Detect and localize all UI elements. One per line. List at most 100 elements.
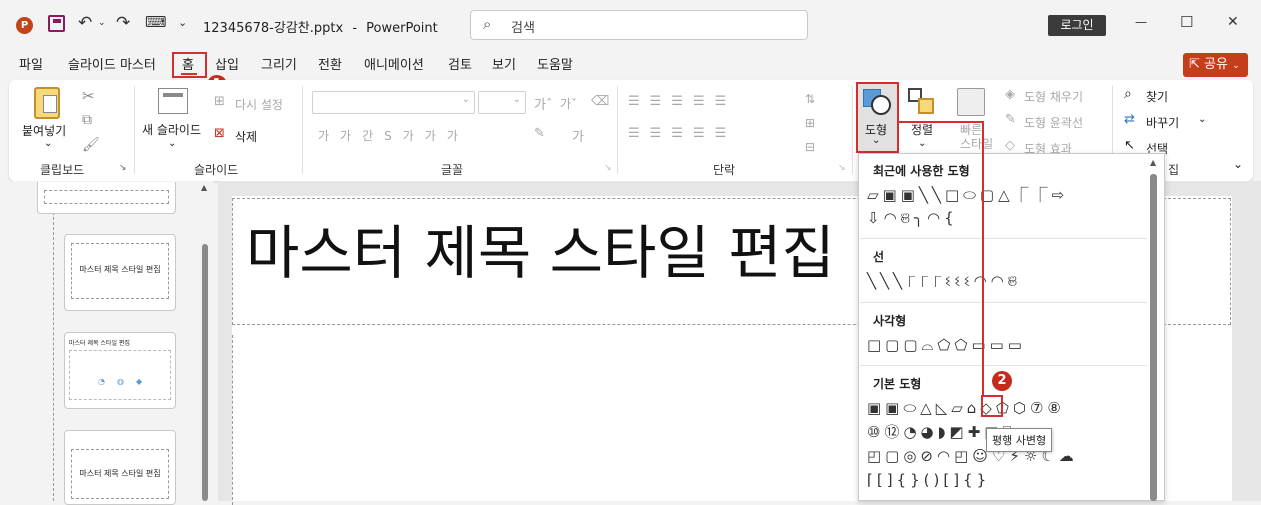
paste-dropdown-icon[interactable]: ⌄ [44,138,52,149]
search-box[interactable]: ⌕ 검색 [470,10,808,40]
arrange-button[interactable]: 정렬 [911,121,933,138]
gallery-section-rectangles: 사각형 [873,314,907,328]
thumbnail-title: 마스터 제목 스타일 편집 [69,340,130,347]
recent-shapes-row-1[interactable]: ▱▣▣╲╲□⬭▢△⎾⎾⇨ [867,186,1068,204]
shape-fill-button[interactable]: 도형 채우기 [1024,88,1083,105]
shape-outline-button[interactable]: 도형 윤곽선 [1024,114,1083,131]
minimize-button[interactable]: — [1135,15,1147,29]
reset-button[interactable]: 다시 설정 [235,96,283,113]
slide-thumbnail-4[interactable]: 마스터 제목 스타일 편집 [64,430,176,505]
format-painter-icon[interactable]: 🖌 [82,137,100,153]
gallery-section-recent: 최근에 사용한 도형 [873,164,970,178]
gallery-scroll-up-icon[interactable]: ▲ [1150,158,1156,167]
customize-toolbar-icon[interactable]: ⌄ [178,16,187,29]
share-dropdown-icon: ⌄ [1232,61,1240,71]
menu-transitions[interactable]: 전환 [318,54,342,73]
menu-animations[interactable]: 애니메이션 [364,54,424,73]
slide-thumbnail-2[interactable]: 마스터 제목 스타일 편집 [64,234,176,311]
reset-icon: ⊞ [214,94,225,109]
window-title: 12345678-강감찬.pptx - PowerPoint [203,17,438,36]
shapes-button-highlight [856,82,899,153]
text-direction-icons[interactable]: ⇅ ⊞ ⊟ [805,87,815,159]
new-slide-dropdown-icon[interactable]: ⌄ [168,138,176,149]
thumbnail-scrollbar[interactable] [202,244,208,501]
collapse-ribbon-icon[interactable]: ⌄ [1233,157,1243,171]
powerpoint-logo-icon: P [16,17,33,34]
align-icons[interactable]: ☰☰☰☰☰ [628,126,736,141]
quick-styles-label-2[interactable]: 스타일 [960,135,993,152]
font-effects-icons[interactable]: 가가간S가가가 [318,127,469,144]
replace-dropdown-icon[interactable]: ⌄ [1198,114,1206,125]
gallery-scrollbar[interactable] [1150,174,1157,501]
thumbnail-tree-line [53,212,54,501]
ribbon-separator [302,86,303,174]
slide-title[interactable]: 마스터 제목 스타일 편집 [246,218,835,288]
share-button[interactable]: ⇱ 공유 ⌄ [1183,53,1248,77]
paragraph-launcher-icon[interactable]: ↘ [838,163,846,173]
title-bar: P ↶ ⌄ ↷ ⌨ ⌄ 12345678-강감찬.pptx - PowerPoi… [0,0,1261,48]
format-icon[interactable]: ⌨ [145,13,167,31]
menu-insert[interactable]: 삽입 [215,54,239,73]
maximize-button[interactable]: ☐ [1180,13,1193,31]
find-icon: ⌕ [1124,86,1132,102]
grow-font-icon[interactable]: 가ˆ [534,94,552,113]
replace-button[interactable]: 바꾸기 [1146,114,1179,131]
menu-draw[interactable]: 그리기 [261,54,297,73]
body-placeholder[interactable] [232,335,858,505]
parallelogram-highlight [981,395,1003,417]
basic-shapes-row-4[interactable]: ⌈[]{}()[]{} [867,471,990,489]
ribbon-separator [852,86,853,174]
thumbnail-content-icons: ◔◍◆ [69,350,171,400]
highlight-color-icon[interactable]: 가 [572,126,584,145]
parallelogram-tooltip: 평행 사변형 [986,428,1053,452]
chevron-down-icon: ⌄ [512,94,521,105]
font-color-icon[interactable]: ✎ [534,126,545,141]
slides-group-label: 슬라이드 [194,163,239,177]
share-icon: ⇱ [1189,57,1200,72]
undo-dropdown-icon[interactable]: ⌄ [98,18,106,28]
menu-review[interactable]: 검토 [448,54,472,73]
font-name-select[interactable]: ⌄ [312,91,475,114]
highlight-connector [898,121,984,123]
rectangle-shapes-row[interactable]: □▢▢⌓⬠⬠▭▭▭ [867,336,1026,354]
cut-icon[interactable]: ✂ [82,87,95,105]
font-size-select[interactable]: ⌄ [478,91,526,114]
bullets-icons[interactable]: ☰☰☰☰☰ [628,94,736,109]
shrink-font-icon[interactable]: 가ˇ [560,95,577,112]
close-button[interactable]: ✕ [1227,14,1239,30]
new-slide-button[interactable]: 새 슬라이드 [142,121,201,138]
highlight-connector [982,121,984,397]
menu-help[interactable]: 도움말 [537,54,573,73]
paste-button[interactable]: 붙여넣기 [22,122,66,139]
font-launcher-icon[interactable]: ↘ [604,163,612,173]
undo-icon[interactable]: ↶ [78,13,92,33]
arrange-icon [908,88,936,116]
paragraph-group-label: 단락 [713,163,736,177]
shape-outline-icon: ✎ [1005,112,1016,127]
copy-icon[interactable]: ⧉ [82,112,92,128]
app-name: PowerPoint [366,21,438,36]
quick-styles-icon [957,88,985,116]
find-button[interactable]: 찾기 [1146,88,1168,105]
thumbnail-scroll-up-icon[interactable]: ▲ [201,183,207,192]
recent-shapes-row-2[interactable]: ⇩◠ଞ╮◠{ [867,209,958,227]
menu-file[interactable]: 파일 [19,54,43,73]
thumbnail-title: 마스터 제목 스타일 편집 [71,243,169,299]
delete-button[interactable]: 삭제 [235,128,257,145]
file-name: 12345678-강감찬.pptx [203,21,344,36]
menu-slide-master[interactable]: 슬라이드 마스터 [68,54,156,73]
clipboard-launcher-icon[interactable]: ↘ [119,163,127,173]
basic-shapes-row-1[interactable]: ▣▣⬭△◺▱⌂◇⬠⬡⑦⑧ [867,399,1065,417]
menu-view[interactable]: 보기 [492,54,516,73]
redo-icon[interactable]: ↷ [116,13,130,33]
editing-group-label: 집 [1168,163,1180,177]
login-button[interactable]: 로그인 [1048,15,1106,36]
new-slide-icon [158,88,188,114]
save-icon[interactable] [48,15,65,32]
slide-thumbnail-master[interactable] [37,182,176,214]
arrange-dropdown-icon[interactable]: ⌄ [918,138,926,149]
line-shapes-row[interactable]: ╲╲╲⎾⎾⎾ଽଽଽ◠◠ଞ [867,272,1021,290]
slide-thumbnail-3[interactable]: 마스터 제목 스타일 편집 ◔◍◆ [64,332,176,409]
shape-effects-icon: ◇ [1005,138,1015,153]
clear-format-icon[interactable]: ⌫ [591,94,609,109]
